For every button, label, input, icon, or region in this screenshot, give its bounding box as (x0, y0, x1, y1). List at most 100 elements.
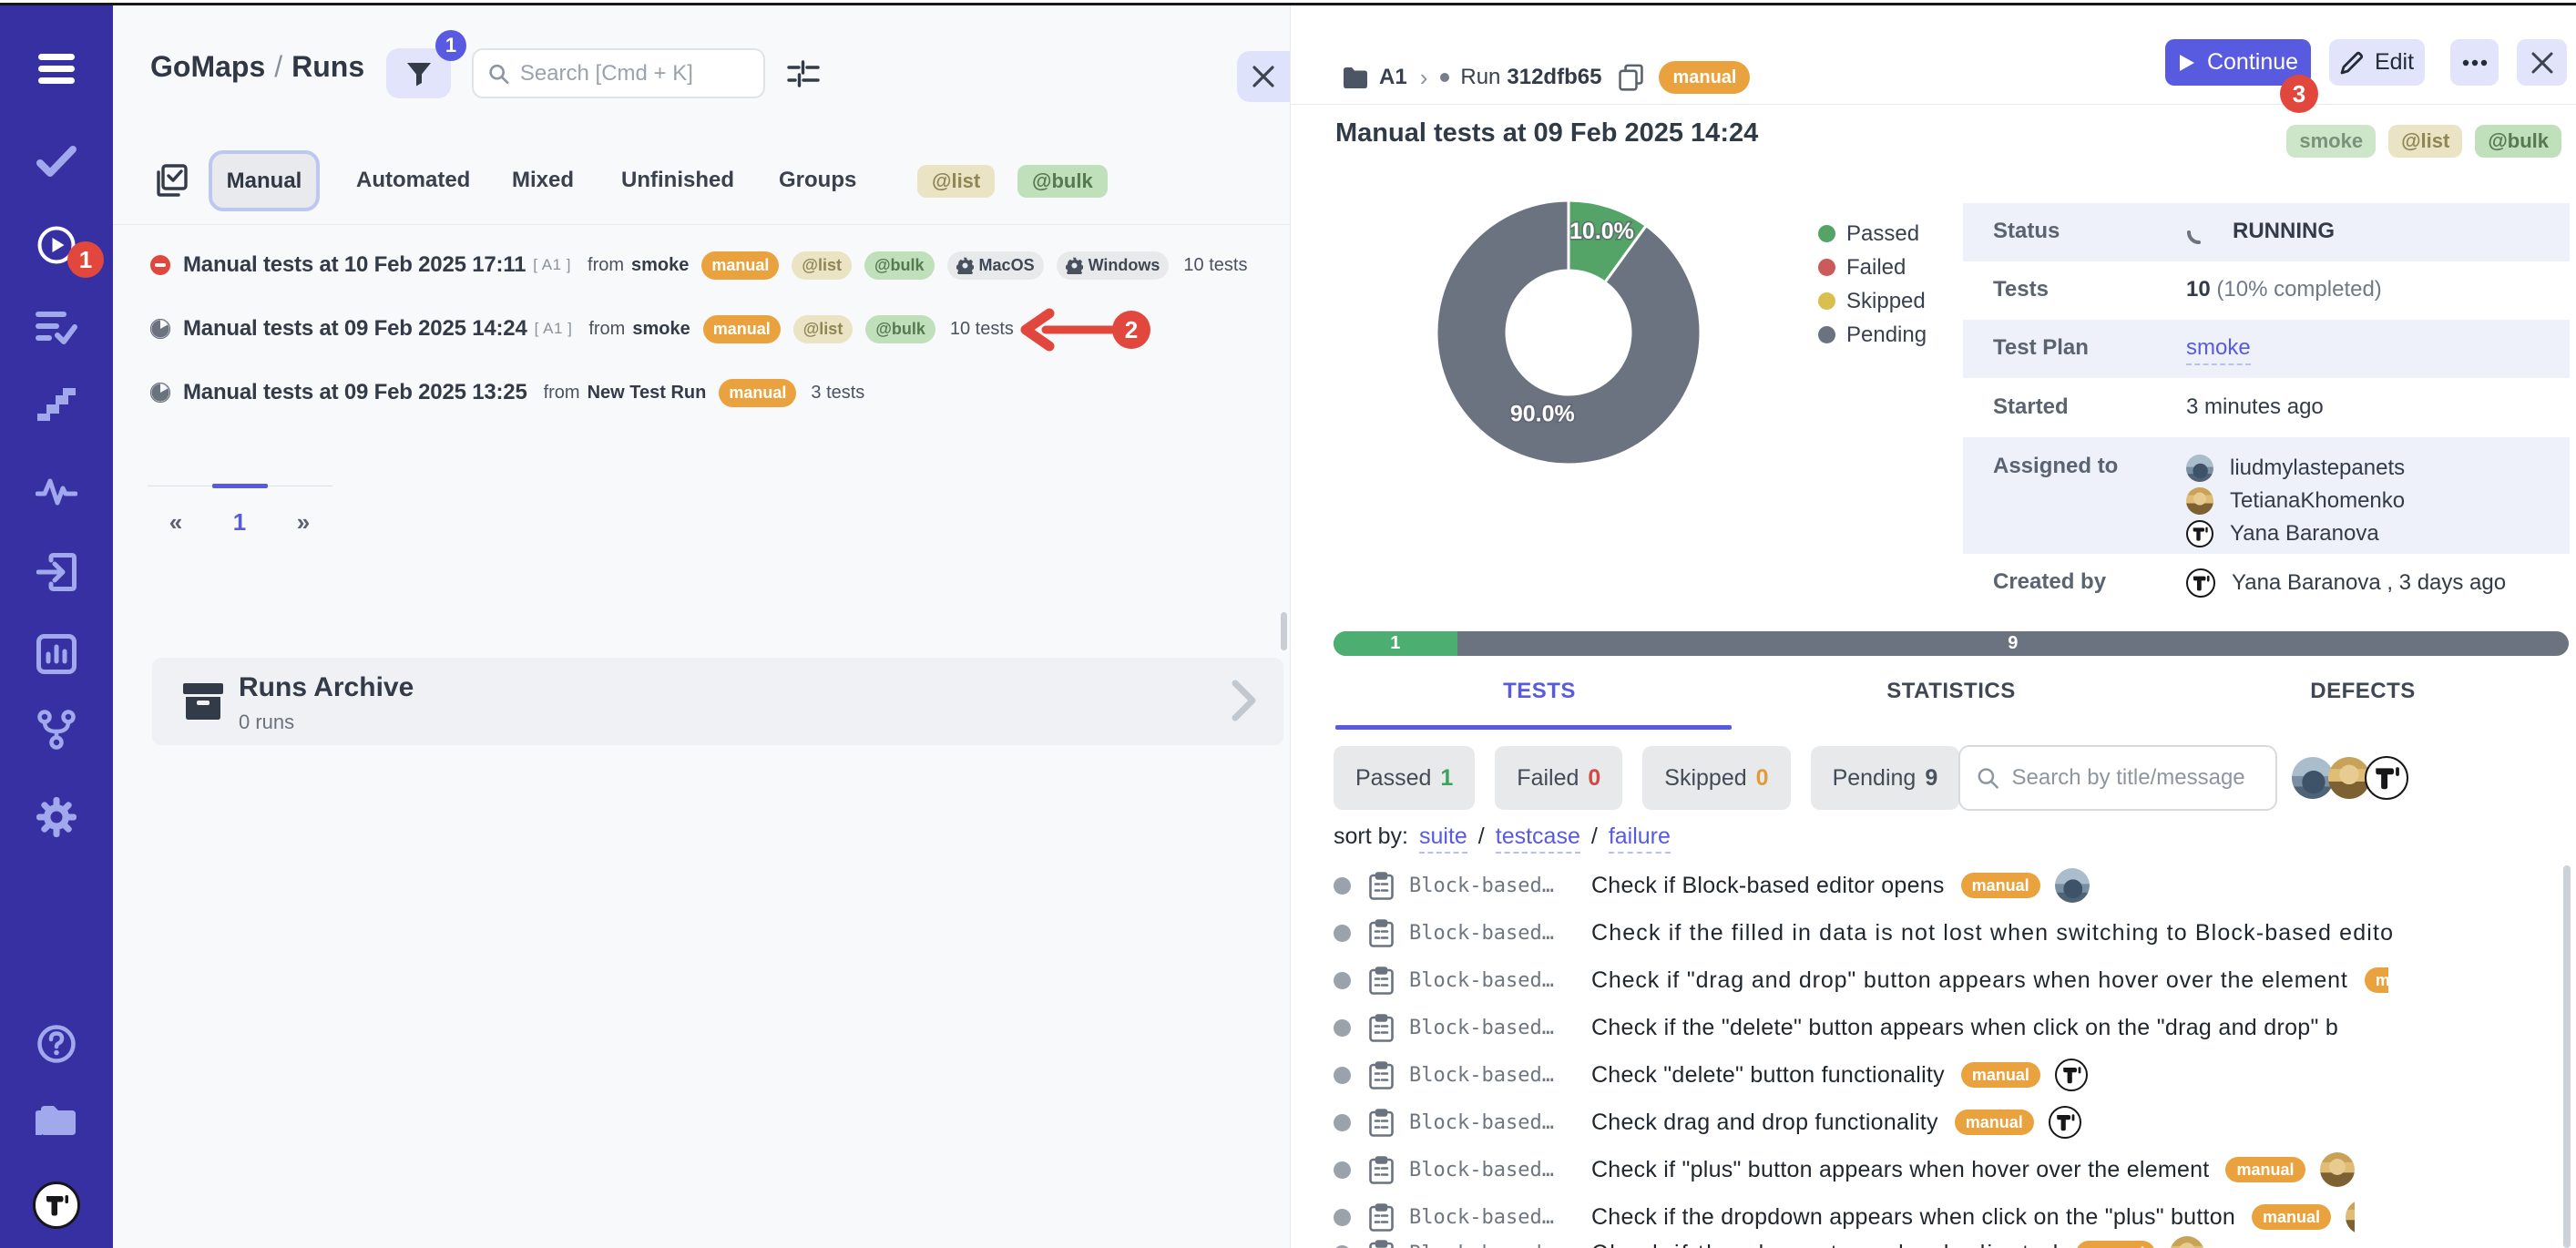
more-actions-button[interactable] (2450, 39, 2499, 86)
sidebar-item-test-plans[interactable] (0, 308, 113, 346)
sidebar-item-tests[interactable] (0, 142, 113, 180)
tag-list[interactable]: @list (2388, 125, 2462, 158)
run-row-3[interactable]: Manual tests at 09 Feb 2025 13:25 from N… (150, 371, 864, 414)
tab-statistics[interactable]: STATISTICS (1745, 679, 2157, 704)
test-suite[interactable]: Block-based… (1409, 1159, 1573, 1182)
sidebar-item-milestones[interactable] (0, 384, 113, 423)
test-row-4[interactable]: Block-based… Check if the "delete" butto… (1321, 1004, 2562, 1051)
test-row-2[interactable]: Block-based… Check if the filled in data… (1321, 909, 2562, 956)
sort-by-failure[interactable]: failure (1609, 823, 1671, 854)
tab-automated[interactable]: Automated (356, 168, 470, 193)
run-env-macos[interactable]: MacOS (947, 251, 1044, 280)
test-suite[interactable]: Block-based… (1409, 969, 1573, 992)
filter-tag-list[interactable]: @list (917, 165, 995, 198)
test-row-5[interactable]: Block-based… Check "delete" button funct… (1321, 1051, 2562, 1099)
run-tag-list[interactable]: @list (792, 251, 852, 280)
tag-bulk[interactable]: @bulk (2475, 125, 2561, 158)
test-suite[interactable]: Block-based… (1409, 922, 1573, 945)
sidebar-menu-button[interactable] (0, 51, 113, 87)
run-source: New Test Run (588, 383, 707, 404)
sort-by-testcase[interactable]: testcase (1496, 823, 1580, 854)
run-tag-bulk[interactable]: @bulk (864, 251, 935, 280)
run-row-2[interactable]: Manual tests at 09 Feb 2025 14:24 [ A1 ]… (150, 307, 1014, 351)
test-title[interactable]: Check if "plus" button appears when hove… (1591, 1157, 2209, 1183)
test-row-7[interactable]: Block-based… Check if "plus" button appe… (1321, 1146, 2562, 1193)
pagination-page-1[interactable]: 1 (221, 508, 258, 537)
tab-tests[interactable]: TESTS (1334, 679, 1745, 704)
run-env-windows[interactable]: Windows (1057, 251, 1170, 280)
run-tag-manual[interactable]: manual (701, 251, 779, 280)
sidebar-item-branches[interactable] (0, 710, 113, 750)
run-title[interactable]: Manual tests at 09 Feb 2025 13:25 (183, 380, 527, 405)
testcase-icon (1369, 919, 1394, 947)
assignee-avatar[interactable] (2365, 756, 2408, 800)
breadcrumb: GoMaps/Runs (150, 50, 364, 84)
run-row-1[interactable]: Manual tests at 10 Feb 2025 17:11 [ A1 ]… (150, 243, 1247, 287)
chip-pending[interactable]: Pending9 (1811, 746, 1960, 810)
run-title[interactable]: Manual tests at 10 Feb 2025 17:11 (183, 252, 526, 278)
test-title[interactable]: Check if the element can be duplicated (1591, 1241, 2060, 1248)
test-row-6[interactable]: Block-based… Check drag and drop functio… (1321, 1099, 2562, 1146)
drawer-close-button[interactable] (2517, 39, 2567, 86)
plan-link[interactable]: smoke (2186, 335, 2251, 365)
select-all-button[interactable] (151, 163, 188, 202)
test-suite[interactable]: Block-based… (1409, 1243, 1573, 1248)
run-title[interactable]: Manual tests at 09 Feb 2025 14:24 (183, 316, 527, 342)
testcase-icon (1369, 1156, 1394, 1184)
test-suite[interactable]: Block-based… (1409, 1206, 1573, 1229)
edit-button[interactable]: Edit (2329, 39, 2425, 86)
user-avatar[interactable] (33, 1182, 80, 1229)
run-tag-list[interactable]: @list (793, 315, 854, 343)
test-title[interactable]: Check if "drag and drop" button appears … (1591, 967, 2348, 994)
sidebar-item-import[interactable] (0, 553, 113, 591)
copy-button[interactable] (1618, 64, 1644, 92)
tab-mixed[interactable]: Mixed (512, 168, 574, 193)
sidebar-item-help[interactable] (0, 1024, 113, 1064)
tab-unfinished[interactable]: Unfinished (621, 168, 734, 193)
tab-manual[interactable]: Manual (209, 150, 320, 211)
tab-groups[interactable]: Groups (779, 168, 856, 193)
test-suite[interactable]: Block-based… (1409, 1111, 1573, 1134)
test-tag-manual: manual (1961, 873, 2040, 898)
sidebar-item-pulse[interactable] (0, 471, 113, 509)
sidebar-item-reports[interactable] (0, 634, 113, 674)
test-row-1[interactable]: Block-based… Check if Block-based editor… (1321, 862, 2562, 909)
test-title[interactable]: Check if the filled in data is not lost … (1591, 920, 2394, 946)
left-scrollbar-thumb[interactable] (1281, 612, 1287, 650)
pagination-prev[interactable]: « (158, 508, 194, 537)
test-row-9[interactable]: Block-based… Check if the element can be… (1321, 1230, 2562, 1248)
test-title[interactable]: Check if Block-based editor opens (1591, 873, 1945, 899)
test-suite[interactable]: Block-based… (1409, 1017, 1573, 1039)
drawer-scrollbar-thumb[interactable] (2563, 865, 2571, 1248)
run-tag-manual[interactable]: manual (719, 379, 796, 407)
tag-smoke[interactable]: smoke (2286, 125, 2376, 158)
sidebar-item-projects[interactable] (0, 1100, 113, 1141)
tests-search[interactable] (1958, 745, 2277, 811)
sidebar-item-settings[interactable] (0, 796, 113, 838)
active-tab-underline (1335, 725, 1732, 730)
test-title[interactable]: Check drag and drop functionality (1591, 1110, 1938, 1136)
view-options-button[interactable] (782, 52, 825, 96)
sort-by-suite[interactable]: suite (1419, 823, 1467, 854)
test-title[interactable]: Check "delete" button functionality (1591, 1062, 1945, 1089)
test-suite[interactable]: Block-based… (1409, 875, 1573, 897)
run-tag-bulk[interactable]: @bulk (865, 315, 935, 343)
test-title[interactable]: Check if the dropdown appears when click… (1591, 1204, 2235, 1231)
chip-skipped[interactable]: Skipped0 (1642, 746, 1790, 810)
tests-value: 10 (10% completed) (2186, 277, 2382, 302)
run-tag-manual[interactable]: manual (703, 315, 781, 343)
test-suite[interactable]: Block-based… (1409, 1064, 1573, 1087)
crumb-folder[interactable]: A1 (1379, 65, 1407, 90)
tests-search-input[interactable] (2012, 765, 2259, 791)
chip-passed[interactable]: Passed1 (1334, 746, 1475, 810)
pagination-next[interactable]: » (285, 508, 322, 537)
test-title[interactable]: Check if the "delete" button appears whe… (1591, 1015, 2338, 1041)
test-row-3[interactable]: Block-based… Check if "drag and drop" bu… (1321, 956, 2562, 1004)
filter-tag-bulk[interactable]: @bulk (1017, 165, 1108, 198)
tab-defects[interactable]: DEFECTS (2157, 679, 2569, 704)
search-input[interactable] (520, 61, 749, 87)
project-search[interactable] (472, 48, 765, 98)
chip-failed[interactable]: Failed0 (1495, 746, 1622, 810)
breadcrumb-project[interactable]: GoMaps (150, 50, 265, 83)
panel-close-button[interactable] (1237, 51, 1290, 102)
